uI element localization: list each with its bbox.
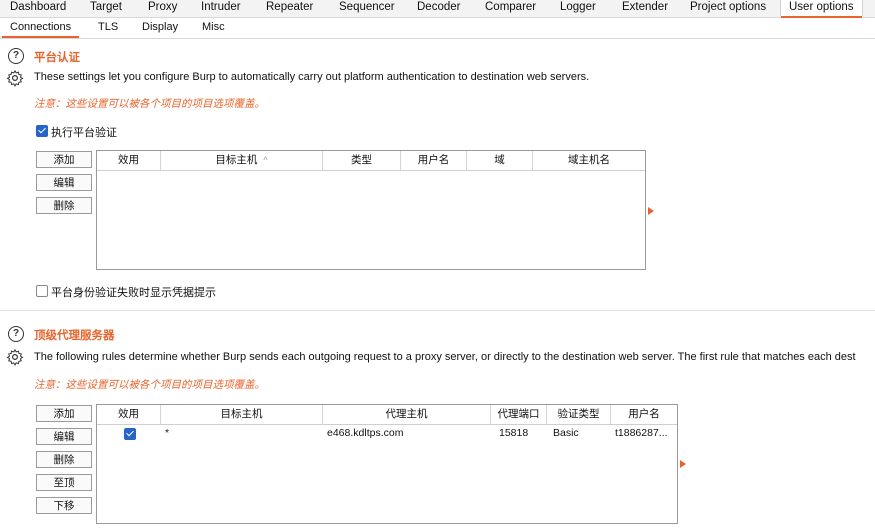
gear-icon[interactable]	[6, 69, 24, 87]
table-row[interactable]: * e468.kdltps.com 15818 Basic t1886287..…	[97, 425, 677, 442]
platform-auth-note: 注意：这些设置可以被各个项目的项目选项覆盖。	[34, 98, 265, 110]
col-enabled[interactable]: 效用	[97, 151, 161, 170]
help-icon[interactable]: ?	[8, 326, 24, 342]
row-proxy-host: e468.kdltps.com	[327, 427, 404, 439]
platform-add-button[interactable]: 添加	[36, 151, 92, 168]
row-target-host: *	[165, 427, 170, 439]
enable-platform-auth-checkbox[interactable]	[36, 125, 48, 137]
help-icon[interactable]: ?	[8, 48, 24, 64]
top-tab-bar: Dashboard Target Proxy Intruder Repeater…	[0, 0, 875, 18]
tab-project-options[interactable]: Project options	[690, 0, 766, 16]
row-auth-type: Basic	[553, 427, 579, 439]
tab-decoder[interactable]: Decoder	[417, 0, 460, 16]
col-proxy-port[interactable]: 代理端口	[491, 405, 547, 424]
platform-auth-table[interactable]: 效用 目标主机 ^ 类型 用户名 域 域主机名	[96, 150, 646, 270]
upstream-proxy-note: 注意：这些设置可以被各个项目的项目选项覆盖。	[34, 379, 265, 391]
subtab-display[interactable]: Display	[142, 21, 178, 33]
show-credential-prompt-label: 平台身份验证失败时显示凭据提示	[51, 287, 216, 299]
col-domain[interactable]: 域	[467, 151, 533, 170]
col-target-host[interactable]: 目标主机 ^	[161, 151, 323, 170]
col-domain-hostname[interactable]: 域主机名	[533, 151, 645, 170]
upstream-proxy-title: 顶级代理服务器	[34, 330, 115, 342]
sort-arrow-icon: ^	[263, 155, 268, 165]
upstream-proxy-description: The following rules determine whether Bu…	[34, 351, 856, 363]
show-credential-prompt-checkbox[interactable]	[36, 285, 48, 297]
col-auth-type[interactable]: 验证类型	[547, 405, 611, 424]
section-divider	[0, 310, 875, 311]
sub-tab-bar: Connections TLS Display Misc	[0, 18, 875, 39]
upstream-proxy-table[interactable]: 效用 目标主机 代理主机 代理端口 验证类型 用户名 * e468.kdltps…	[96, 404, 678, 524]
tab-logger[interactable]: Logger	[560, 0, 596, 16]
platform-auth-table-header: 效用 目标主机 ^ 类型 用户名 域 域主机名	[97, 151, 645, 171]
proxy-remove-button[interactable]: 删除	[36, 451, 92, 468]
tab-target[interactable]: Target	[90, 0, 122, 16]
col-username[interactable]: 用户名	[401, 151, 467, 170]
col-type[interactable]: 类型	[323, 151, 401, 170]
enable-platform-auth-label: 执行平台验证	[51, 127, 117, 139]
platform-remove-button[interactable]: 删除	[36, 197, 92, 214]
col-proxy-host[interactable]: 代理主机	[323, 405, 491, 424]
subtab-tls[interactable]: TLS	[98, 21, 118, 33]
col-target-host-label: 目标主机	[215, 154, 258, 166]
proxy-move-down-button[interactable]: 下移	[36, 497, 92, 514]
row-username: t1886287...	[615, 427, 668, 439]
platform-edit-button[interactable]: 编辑	[36, 174, 92, 191]
proxy-add-button[interactable]: 添加	[36, 405, 92, 422]
tab-repeater[interactable]: Repeater	[266, 0, 313, 16]
tab-user-options[interactable]: User options	[780, 0, 863, 18]
row-proxy-port: 15818	[499, 427, 529, 439]
proxy-edit-button[interactable]: 编辑	[36, 428, 92, 445]
expand-arrow-icon[interactable]	[648, 207, 654, 215]
tab-proxy[interactable]: Proxy	[148, 0, 177, 16]
proxy-move-up-button[interactable]: 至顶	[36, 474, 92, 491]
col-username[interactable]: 用户名	[611, 405, 677, 424]
tab-sequencer[interactable]: Sequencer	[339, 0, 395, 16]
gear-icon[interactable]	[6, 348, 24, 366]
subtab-connections[interactable]: Connections	[1, 21, 80, 38]
tab-comparer[interactable]: Comparer	[485, 0, 536, 16]
subtab-misc[interactable]: Misc	[202, 21, 225, 33]
row-enabled-checkbox[interactable]	[124, 428, 136, 440]
tab-extender[interactable]: Extender	[622, 0, 668, 16]
col-enabled[interactable]: 效用	[97, 405, 161, 424]
col-target-host[interactable]: 目标主机	[161, 405, 323, 424]
upstream-proxy-table-header: 效用 目标主机 代理主机 代理端口 验证类型 用户名	[97, 405, 677, 425]
tab-dashboard[interactable]: Dashboard	[10, 0, 66, 16]
platform-auth-description: These settings let you configure Burp to…	[34, 71, 590, 83]
expand-arrow-icon[interactable]	[680, 460, 686, 468]
tab-intruder[interactable]: Intruder	[201, 0, 241, 16]
platform-auth-title: 平台认证	[34, 52, 80, 64]
